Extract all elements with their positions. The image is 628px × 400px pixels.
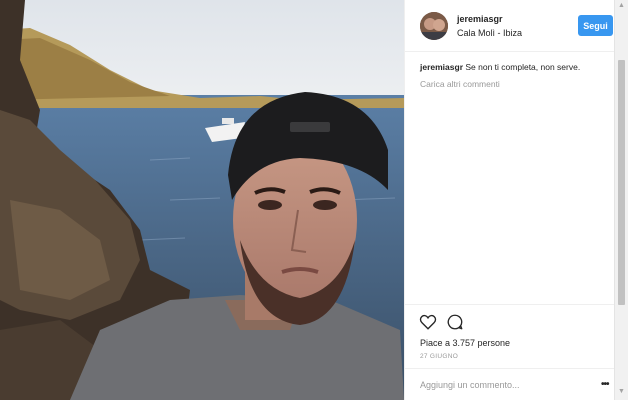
load-more-comments-link[interactable]: Carica altri commenti bbox=[420, 79, 500, 89]
post-header: jeremiasgr Cala Molì - Ibiza Segui bbox=[405, 0, 615, 52]
scroll-thumb[interactable] bbox=[618, 60, 625, 305]
header-username[interactable]: jeremiasgr bbox=[457, 14, 503, 24]
post-actions: Piace a 3.757 persone 27 GIUGNO bbox=[405, 304, 615, 366]
more-options-icon[interactable]: ••• bbox=[601, 379, 609, 390]
location-link[interactable]: Cala Molì - Ibiza bbox=[457, 28, 522, 38]
avatar[interactable] bbox=[420, 12, 448, 40]
post-photo[interactable] bbox=[0, 0, 404, 400]
follow-button[interactable]: Segui bbox=[578, 15, 613, 36]
caption: jeremiasgr Se non ti completa, non serve… bbox=[420, 62, 610, 72]
avatar-image bbox=[420, 12, 448, 40]
selfie-image bbox=[0, 0, 404, 400]
post-date: 27 GIUGNO bbox=[420, 353, 459, 360]
caption-username[interactable]: jeremiasgr bbox=[420, 62, 463, 72]
scroll-down-arrow-icon[interactable]: ▼ bbox=[618, 388, 625, 395]
post-sidebar: jeremiasgr Cala Molì - Ibiza Segui jerem… bbox=[404, 0, 615, 400]
scrollbar[interactable]: ▲ ▼ bbox=[614, 0, 628, 400]
comment-icon[interactable] bbox=[446, 313, 464, 331]
comment-box: ••• bbox=[405, 368, 615, 400]
heart-icon[interactable] bbox=[419, 313, 437, 331]
caption-text: Se non ti completa, non serve. bbox=[465, 62, 581, 72]
comment-input[interactable] bbox=[420, 378, 590, 392]
scroll-up-arrow-icon[interactable]: ▲ bbox=[618, 2, 625, 9]
likes-count[interactable]: Piace a 3.757 persone bbox=[420, 338, 510, 348]
